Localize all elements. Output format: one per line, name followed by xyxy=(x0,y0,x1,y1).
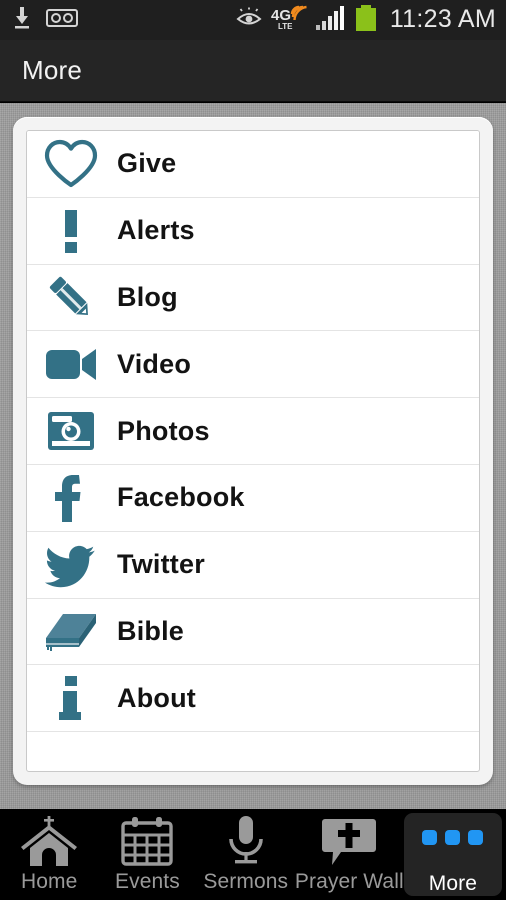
book-icon xyxy=(35,598,107,664)
download-icon xyxy=(12,6,32,35)
speech-cross-icon xyxy=(321,816,377,866)
microphone-icon xyxy=(224,815,268,866)
signal-bars-icon xyxy=(315,5,346,35)
menu-item-label: About xyxy=(117,682,196,713)
menu-item-label: Give xyxy=(117,148,177,179)
menu-item-photos[interactable]: Photos xyxy=(27,398,479,465)
tab-label: More xyxy=(428,872,477,895)
menu-item-alerts[interactable]: Alerts xyxy=(27,197,479,265)
status-bar-left-icons xyxy=(12,6,78,35)
menu-item-label: Photos xyxy=(117,415,210,446)
tab-prayer-wall[interactable]: Prayer Wall xyxy=(295,809,404,900)
menu-item-about[interactable]: About xyxy=(27,665,479,733)
menu-item-give[interactable]: Give xyxy=(27,131,479,198)
list-bottom-spacer xyxy=(27,732,479,751)
title-bar: More xyxy=(0,40,506,102)
menu-item-twitter[interactable]: Twitter xyxy=(27,531,479,599)
menu-item-label: Twitter xyxy=(117,549,205,580)
menu-list: Give Alerts Blog Video Photos Facebook T… xyxy=(27,131,479,733)
facebook-icon xyxy=(35,465,107,531)
dot xyxy=(422,830,438,845)
menu-card-frame: Give Alerts Blog Video Photos Facebook T… xyxy=(13,117,493,785)
status-bar-right-icons: 4G LTE 11:23 AM xyxy=(236,4,496,36)
twitter-bird-icon xyxy=(35,532,107,598)
menu-item-label: Alerts xyxy=(117,215,195,246)
dot xyxy=(468,830,484,845)
app-screen: 4G LTE 11:23 AM More Give Alerts Blog Vi… xyxy=(0,0,506,900)
voicemail-icon xyxy=(46,7,78,34)
tab-home[interactable]: Home xyxy=(0,809,98,900)
church-icon xyxy=(19,815,79,866)
menu-item-facebook[interactable]: Facebook xyxy=(27,464,479,532)
calendar-icon xyxy=(120,816,174,866)
three-dots-icon xyxy=(422,813,484,868)
menu-item-video[interactable]: Video xyxy=(27,331,479,399)
tab-label: Prayer Wall xyxy=(294,869,404,893)
pencil-icon xyxy=(35,265,107,331)
menu-item-label: Blog xyxy=(117,281,178,312)
dot xyxy=(445,830,461,845)
menu-card: Give Alerts Blog Video Photos Facebook T… xyxy=(26,130,480,772)
video-camera-icon xyxy=(35,331,107,397)
menu-item-blog[interactable]: Blog xyxy=(27,264,479,332)
exclamation-icon xyxy=(35,198,107,264)
status-bar: 4G LTE 11:23 AM xyxy=(0,0,506,40)
tab-label: Sermons xyxy=(203,869,289,893)
status-bar-clock: 11:23 AM xyxy=(389,4,496,33)
content-area: Give Alerts Blog Video Photos Facebook T… xyxy=(0,103,506,809)
menu-item-label: Video xyxy=(117,348,192,379)
tab-label: Home xyxy=(20,869,78,893)
page-title: More xyxy=(22,55,83,85)
bottom-tab-bar: Home Events Sermons Prayer Wall More xyxy=(0,809,506,900)
tab-events[interactable]: Events xyxy=(98,809,196,900)
eye-icon xyxy=(236,7,262,34)
menu-item-label: Bible xyxy=(117,615,185,646)
tab-label: Events xyxy=(115,869,180,893)
heart-icon xyxy=(35,131,107,197)
tab-sermons[interactable]: Sermons xyxy=(197,809,295,900)
info-icon xyxy=(35,665,107,731)
tab-more[interactable]: More xyxy=(403,813,503,896)
svg-text:LTE: LTE xyxy=(278,22,293,31)
menu-item-bible[interactable]: Bible xyxy=(27,598,479,666)
camera-icon xyxy=(35,398,107,464)
menu-item-label: Facebook xyxy=(117,482,245,513)
4g-lte-icon: 4G LTE xyxy=(271,5,307,36)
battery-icon xyxy=(355,4,377,36)
